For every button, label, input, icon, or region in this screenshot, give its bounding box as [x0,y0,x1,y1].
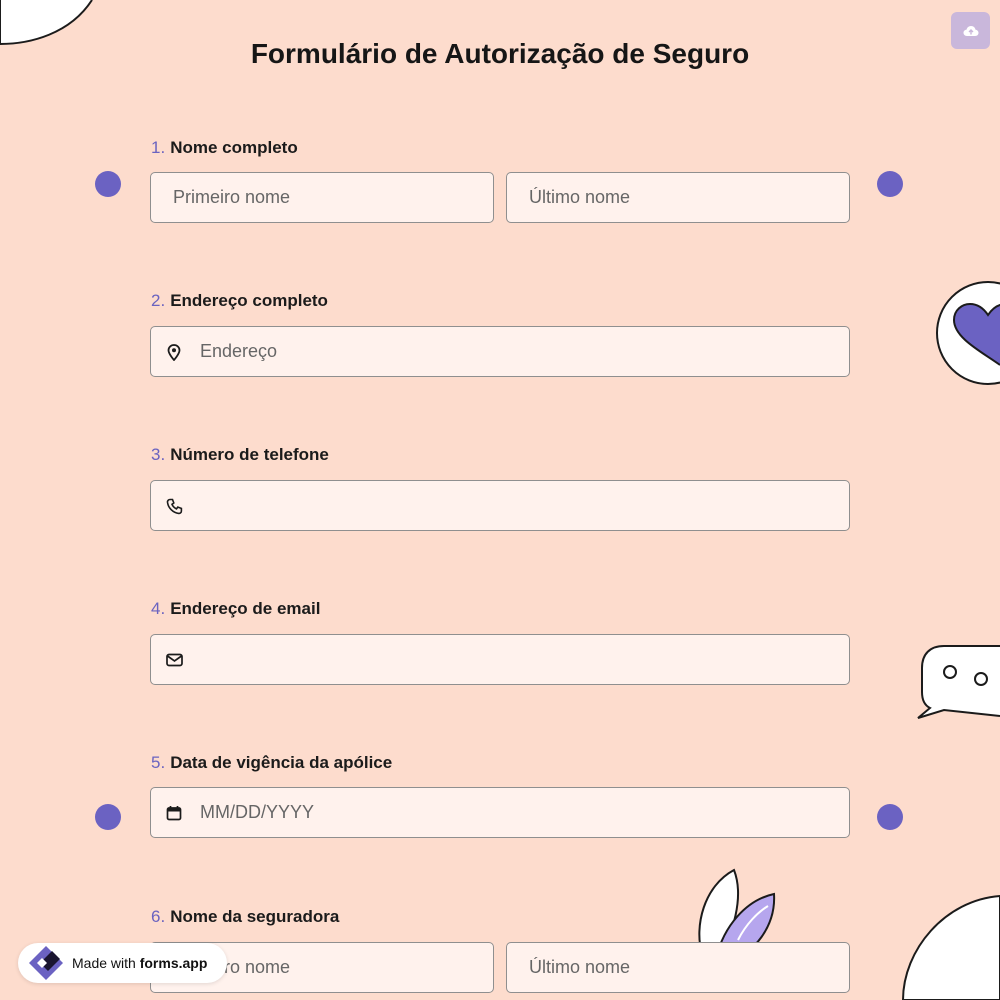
badge-text: Made with forms.app [72,955,207,971]
email-input[interactable] [198,635,849,684]
question-text: Nome da seguradora [170,907,340,926]
phone-icon [164,496,184,516]
heart-bubble-decoration [936,281,1000,385]
date-field [150,787,850,838]
mail-icon [164,650,184,670]
decor-dot [877,171,903,197]
badge-made-with: Made with [72,955,136,971]
question-number: 3. [151,445,166,464]
question-label: 5. Data de vigência da apólice [151,753,392,773]
question-text: Endereço completo [170,291,328,310]
question-text: Nome completo [170,138,298,157]
decor-dot [95,171,121,197]
question-number: 6. [151,907,166,926]
question-label: 4. Endereço de email [151,599,320,619]
address-field [150,326,850,377]
insurer-last-name-input[interactable] [527,943,849,992]
made-with-badge[interactable]: Made with forms.app [18,943,227,983]
question-label: 2. Endereço completo [151,291,328,311]
first-name-field [150,172,494,223]
first-name-input[interactable] [171,173,493,222]
badge-brand: forms.app [139,955,208,971]
upload-button[interactable] [951,12,990,49]
question-label: 1. Nome completo [151,138,298,158]
question-label: 6. Nome da seguradora [151,907,339,927]
insurer-last-name-field [506,942,850,993]
decor-dot [877,804,903,830]
phone-input[interactable] [198,481,849,530]
last-name-field [506,172,850,223]
calendar-icon [164,803,184,823]
chat-bubble-decoration [917,645,1000,719]
question-number: 4. [151,599,166,618]
question-number: 2. [151,291,166,310]
cloud-upload-icon [963,25,978,36]
question-text: Endereço de email [170,599,321,618]
forms-app-logo-icon [26,946,66,980]
bottom-right-circle-decoration [901,894,1000,1000]
question-text: Número de telefone [170,445,329,464]
question-number: 5. [151,753,166,772]
address-input[interactable] [198,327,849,376]
decor-dot [95,804,121,830]
question-label: 3. Número de telefone [151,445,329,465]
question-number: 1. [151,138,166,157]
map-pin-icon [164,342,184,362]
form-title: Formulário de Autorização de Seguro [250,38,750,69]
date-input[interactable] [198,788,849,837]
last-name-input[interactable] [527,173,849,222]
email-field [150,634,850,685]
phone-field [150,480,850,531]
question-text: Data de vigência da apólice [170,753,393,772]
